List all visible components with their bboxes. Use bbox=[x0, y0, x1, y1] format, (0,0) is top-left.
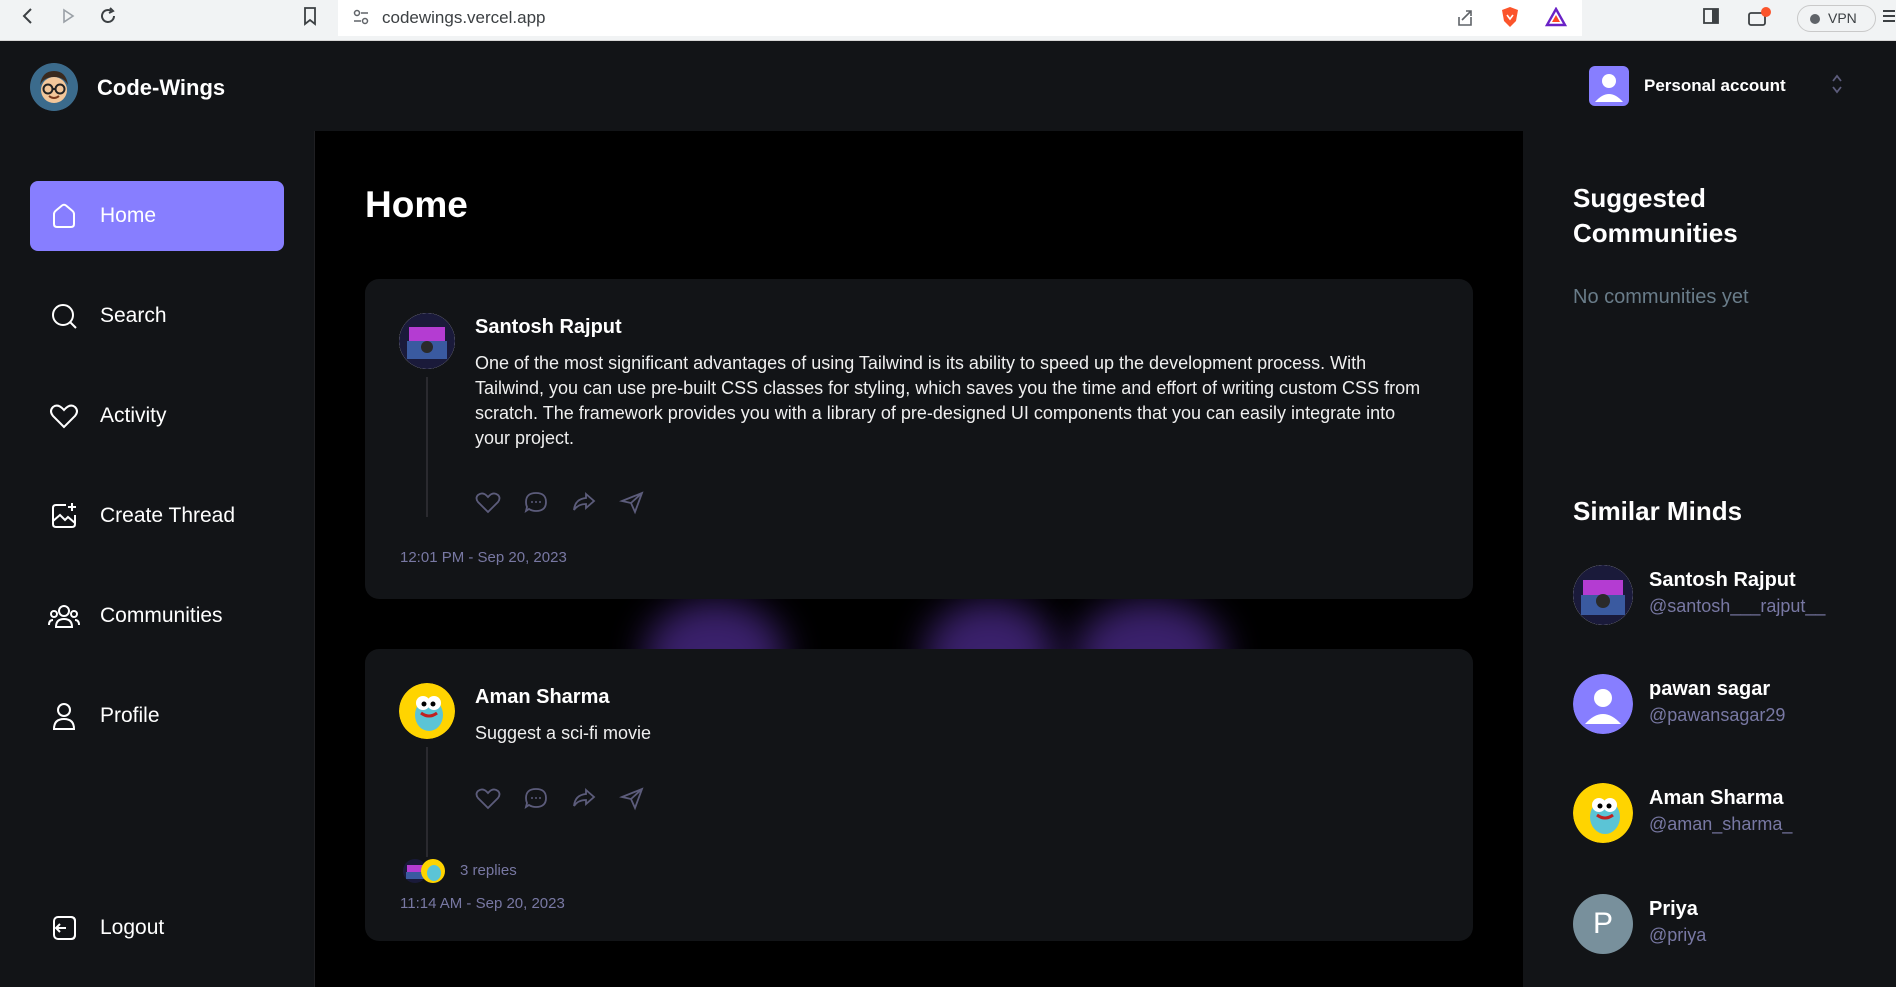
account-avatar-icon[interactable] bbox=[1589, 66, 1629, 106]
menu-icon[interactable] bbox=[1880, 6, 1896, 34]
nav-label-activity: Activity bbox=[100, 404, 167, 427]
main-feed: Home Santosh Rajput One of the most sign… bbox=[315, 131, 1523, 987]
similar-mind-item[interactable]: Santosh Rajput @santosh___rajput__ bbox=[1573, 565, 1873, 627]
share-send-icon[interactable] bbox=[618, 489, 645, 515]
similar-mind-name: Santosh Rajput bbox=[1649, 569, 1796, 591]
brave-shield-icon[interactable] bbox=[1500, 6, 1520, 33]
share-icon[interactable] bbox=[1455, 8, 1475, 33]
wallet-icon[interactable] bbox=[1745, 6, 1773, 34]
nav-label-search: Search bbox=[100, 304, 167, 327]
home-icon bbox=[48, 200, 80, 232]
logout-icon bbox=[48, 912, 80, 944]
like-heart-icon[interactable] bbox=[475, 785, 501, 811]
brand-name: Code-Wings bbox=[97, 75, 226, 100]
post-timestamp: 12:01 PM - Sep 20, 2023 bbox=[400, 549, 567, 566]
reply-avatars[interactable] bbox=[402, 857, 454, 885]
communities-icon bbox=[48, 600, 80, 632]
app-topbar: Code-Wings Personal account bbox=[0, 41, 1896, 131]
account-switcher-label[interactable]: Personal account bbox=[1644, 76, 1786, 96]
vpn-status-dot bbox=[1810, 14, 1820, 24]
repost-icon[interactable] bbox=[571, 489, 597, 515]
nav-label-home: Home bbox=[100, 204, 157, 227]
similar-mind-item[interactable]: Aman Sharma @aman_sharma_ bbox=[1573, 783, 1873, 845]
sidebar-toggle-icon[interactable] bbox=[1697, 6, 1725, 34]
suggested-communities-title: Suggested Communities bbox=[1573, 181, 1738, 251]
forward-icon[interactable] bbox=[54, 6, 82, 34]
search-icon bbox=[48, 300, 80, 332]
post-actions bbox=[475, 785, 645, 811]
similar-mind-item[interactable]: P Priya @priya bbox=[1573, 894, 1873, 956]
post-text: One of the most significant advantages o… bbox=[475, 353, 1421, 448]
suggested-title-line1: Suggested bbox=[1573, 183, 1706, 213]
repost-icon[interactable] bbox=[571, 785, 597, 811]
page-title: Home bbox=[365, 184, 468, 225]
site-settings-icon[interactable] bbox=[352, 8, 370, 31]
similar-mind-name: Aman Sharma bbox=[1649, 787, 1784, 809]
post-text: Suggest a sci-fi movie bbox=[475, 723, 652, 743]
user-avatar[interactable] bbox=[1573, 783, 1633, 843]
chevron-up-down-icon[interactable] bbox=[1830, 71, 1844, 98]
similar-mind-handle: @santosh___rajput__ bbox=[1649, 596, 1826, 616]
post-timestamp: 11:14 AM - Sep 20, 2023 bbox=[400, 895, 565, 912]
similar-mind-handle: @aman_sharma_ bbox=[1649, 814, 1793, 834]
reply-icon[interactable] bbox=[523, 785, 549, 811]
author-avatar[interactable] bbox=[399, 683, 455, 739]
user-avatar[interactable] bbox=[1573, 565, 1633, 625]
bookmark-icon[interactable] bbox=[296, 6, 324, 34]
left-sidebar: Home Search Activity Create Thread Commu… bbox=[0, 131, 315, 987]
similar-mind-name: Priya bbox=[1649, 898, 1698, 920]
post-author[interactable]: Santosh Rajput bbox=[475, 316, 622, 339]
nav-label-create-thread: Create Thread bbox=[100, 504, 236, 527]
reply-count[interactable]: 3 replies bbox=[460, 862, 517, 879]
reload-icon[interactable] bbox=[94, 6, 122, 34]
brave-rewards-icon[interactable] bbox=[1544, 6, 1568, 32]
user-avatar[interactable]: P bbox=[1573, 894, 1633, 954]
post-author[interactable]: Aman Sharma bbox=[475, 686, 610, 709]
heart-icon bbox=[48, 400, 80, 432]
similar-mind-name: pawan sagar bbox=[1649, 678, 1771, 700]
nav-item-profile[interactable]: Profile bbox=[30, 681, 284, 751]
share-send-icon[interactable] bbox=[618, 785, 645, 811]
thread-card[interactable]: Santosh Rajput One of the most significa… bbox=[365, 279, 1473, 599]
vpn-label: VPN bbox=[1828, 10, 1857, 26]
no-communities-text: No communities yet bbox=[1573, 286, 1749, 308]
like-heart-icon[interactable] bbox=[475, 489, 501, 515]
logout-label: Logout bbox=[100, 916, 165, 939]
nav-item-search[interactable]: Search bbox=[30, 281, 284, 351]
thread-connector-line bbox=[426, 377, 428, 517]
logout-button[interactable]: Logout bbox=[30, 893, 284, 963]
nav-item-home[interactable]: Home bbox=[30, 181, 284, 251]
reply-icon[interactable] bbox=[523, 489, 549, 515]
browser-toolbar: codewings.vercel.app VPN bbox=[0, 0, 1896, 41]
right-sidebar: Suggested Communities No communities yet… bbox=[1523, 131, 1896, 987]
vpn-button[interactable]: VPN bbox=[1797, 5, 1876, 32]
create-thread-icon bbox=[48, 500, 80, 532]
similar-minds-title: Similar Minds bbox=[1573, 496, 1743, 526]
nav-label-profile: Profile bbox=[100, 704, 160, 727]
back-icon[interactable] bbox=[14, 6, 42, 34]
thread-card[interactable]: Aman Sharma Suggest a sci-fi movie 3 rep… bbox=[365, 649, 1473, 941]
nav-item-create-thread[interactable]: Create Thread bbox=[30, 481, 284, 551]
app-logo[interactable] bbox=[30, 63, 78, 111]
nav-item-activity[interactable]: Activity bbox=[30, 381, 284, 451]
author-avatar[interactable] bbox=[399, 313, 455, 369]
user-icon bbox=[48, 700, 80, 732]
nav-label-communities: Communities bbox=[100, 604, 223, 627]
similar-mind-item[interactable]: pawan sagar @pawansagar29 bbox=[1573, 674, 1873, 736]
post-actions bbox=[475, 489, 645, 515]
nav-item-communities[interactable]: Communities bbox=[30, 581, 284, 651]
url-text: codewings.vercel.app bbox=[382, 8, 546, 27]
address-bar[interactable]: codewings.vercel.app bbox=[338, 0, 1582, 36]
similar-mind-handle: @priya bbox=[1649, 925, 1707, 945]
user-avatar[interactable] bbox=[1573, 674, 1633, 734]
similar-mind-handle: @pawansagar29 bbox=[1649, 705, 1786, 725]
thread-connector-line bbox=[426, 747, 428, 857]
suggested-title-line2: Communities bbox=[1573, 218, 1738, 248]
